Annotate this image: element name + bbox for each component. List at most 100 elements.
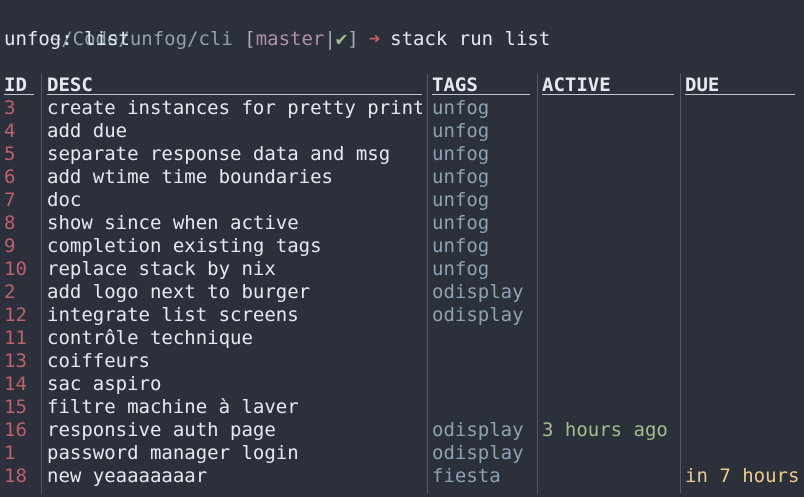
column-divider bbox=[537, 74, 538, 493]
git-clean-check-icon: ✔ bbox=[335, 28, 348, 50]
task-tags: unfog bbox=[432, 120, 490, 142]
header-desc: DESC bbox=[47, 74, 422, 97]
task-active bbox=[542, 350, 676, 373]
task-due bbox=[685, 442, 800, 465]
task-active bbox=[542, 304, 676, 327]
table-row: 3 create instances for pretty print unfog bbox=[0, 97, 804, 120]
table-header: ID DESC TAGS ACTIVE DUE bbox=[0, 74, 804, 97]
task-id: 7 bbox=[4, 189, 16, 211]
table-row: 18 new yeaaaaaaar fiesta in 7 hours bbox=[0, 465, 804, 488]
table-row: 5 separate response data and msg unfog bbox=[0, 143, 804, 166]
task-due bbox=[685, 419, 800, 442]
task-desc: responsive auth page bbox=[47, 419, 276, 441]
task-desc: sac aspiro bbox=[47, 373, 162, 395]
task-active bbox=[542, 396, 676, 419]
prompt-bracket-open: [ bbox=[244, 28, 256, 50]
task-tags: odisplay bbox=[432, 419, 524, 441]
prompt-line: ~/Code/unfog/cli [master|✔] ➜ stack run li… bbox=[4, 5, 551, 50]
task-tags: unfog bbox=[432, 212, 490, 234]
task-active bbox=[542, 120, 676, 143]
task-active bbox=[542, 373, 676, 396]
task-due bbox=[685, 258, 800, 281]
task-id: 14 bbox=[4, 373, 27, 395]
column-divider bbox=[41, 74, 42, 493]
table-row: 4 add due unfog bbox=[0, 120, 804, 143]
task-id: 4 bbox=[4, 120, 16, 142]
command-text[interactable]: stack run list bbox=[390, 28, 550, 50]
task-desc: replace stack by nix bbox=[47, 258, 276, 280]
output-title: unfog: list bbox=[4, 28, 130, 50]
task-tags: odisplay bbox=[432, 442, 524, 464]
terminal-window[interactable]: ~/Code/unfog/cli [master|✔] ➜ stack run li… bbox=[0, 0, 804, 497]
task-id: 11 bbox=[4, 327, 27, 349]
task-due bbox=[685, 281, 800, 304]
task-id: 15 bbox=[4, 396, 27, 418]
table-body: 3 create instances for pretty print unfog 4… bbox=[0, 97, 804, 488]
task-active bbox=[542, 327, 676, 350]
task-active bbox=[542, 235, 676, 258]
task-desc: new yeaaaaaaar bbox=[47, 465, 208, 487]
table-row: 13 coiffeurs bbox=[0, 350, 804, 373]
table-row: 7 doc unfog bbox=[0, 189, 804, 212]
task-active bbox=[542, 143, 676, 166]
task-tags bbox=[432, 373, 532, 396]
prompt-bracket-close: ] bbox=[347, 28, 359, 50]
task-desc: add logo next to burger bbox=[47, 281, 311, 303]
task-active bbox=[542, 189, 676, 212]
task-table: ID DESC TAGS ACTIVE DUE 3 create instance… bbox=[0, 74, 804, 488]
task-active bbox=[542, 97, 676, 120]
task-id: 1 bbox=[4, 442, 16, 464]
table-row: 12 integrate list screens odisplay bbox=[0, 304, 804, 327]
task-id: 2 bbox=[4, 281, 16, 303]
task-id: 18 bbox=[4, 465, 27, 487]
task-desc: integrate list screens bbox=[47, 304, 299, 326]
task-desc: doc bbox=[47, 189, 82, 211]
task-desc: separate response data and msg bbox=[47, 143, 391, 165]
task-due bbox=[685, 166, 800, 189]
table-row: 15 filtre machine à laver bbox=[0, 396, 804, 419]
task-desc: show since when active bbox=[47, 212, 299, 234]
task-tags: unfog bbox=[432, 235, 490, 257]
task-due bbox=[685, 143, 800, 166]
task-due: in 7 hours bbox=[685, 465, 800, 487]
task-active bbox=[542, 465, 676, 488]
header-active: ACTIVE bbox=[542, 74, 676, 97]
header-tags: TAGS bbox=[432, 74, 532, 97]
task-desc: add due bbox=[47, 120, 128, 142]
table-row: 8 show since when active unfog bbox=[0, 212, 804, 235]
task-due bbox=[685, 189, 800, 212]
task-id: 6 bbox=[4, 166, 16, 188]
task-id: 16 bbox=[4, 419, 27, 441]
task-due bbox=[685, 396, 800, 419]
task-active bbox=[542, 258, 676, 281]
git-branch: master bbox=[255, 28, 325, 50]
table-row: 2 add logo next to burger odisplay bbox=[0, 281, 804, 304]
task-tags: unfog bbox=[432, 97, 490, 119]
task-due bbox=[685, 304, 800, 327]
task-due bbox=[685, 235, 800, 258]
header-id: ID bbox=[4, 74, 40, 97]
task-due bbox=[685, 120, 800, 143]
task-tags: unfog bbox=[432, 258, 490, 280]
task-active bbox=[542, 281, 676, 304]
task-id: 9 bbox=[4, 235, 16, 257]
task-id: 8 bbox=[4, 212, 16, 234]
task-tags: odisplay bbox=[432, 304, 524, 326]
task-tags: odisplay bbox=[432, 281, 524, 303]
task-desc: create instances for pretty print bbox=[47, 97, 422, 119]
task-id: 3 bbox=[4, 97, 16, 119]
table-row: 14 sac aspiro bbox=[0, 373, 804, 396]
header-due: DUE bbox=[685, 74, 800, 97]
task-id: 12 bbox=[4, 304, 27, 326]
task-tags: unfog bbox=[432, 166, 490, 188]
table-row: 6 add wtime time boundaries unfog bbox=[0, 166, 804, 189]
prompt-separator: | bbox=[324, 28, 336, 50]
task-due bbox=[685, 212, 800, 235]
task-id: 10 bbox=[4, 258, 27, 280]
task-tags bbox=[432, 350, 532, 373]
task-due bbox=[685, 350, 800, 373]
task-desc: filtre machine à laver bbox=[47, 396, 299, 418]
task-desc: completion existing tags bbox=[47, 235, 322, 257]
task-due bbox=[685, 373, 800, 396]
task-tags: unfog bbox=[432, 189, 490, 211]
